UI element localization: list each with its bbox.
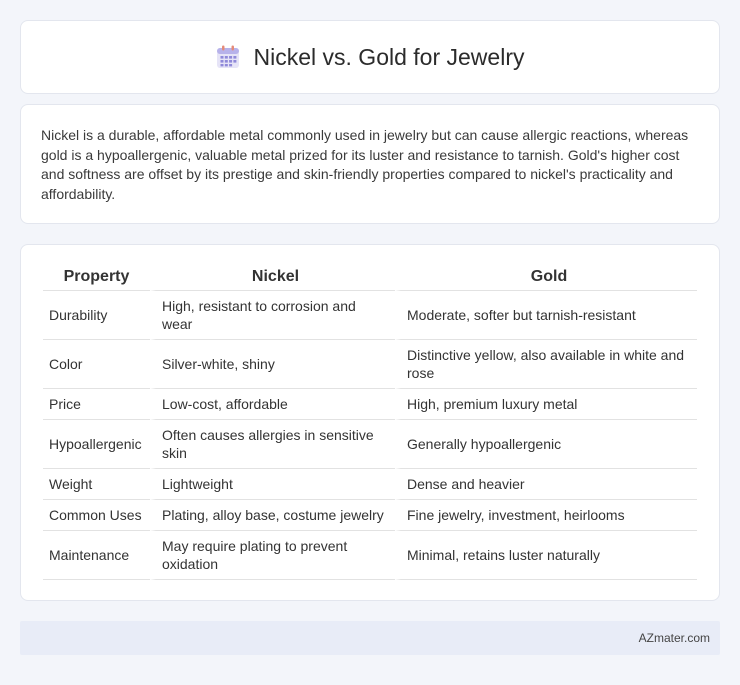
table-row: Hypoallergenic Often causes allergies in… — [43, 420, 697, 469]
row-nickel: High, resistant to corrosion and wear — [150, 291, 395, 340]
row-gold: Distinctive yellow, also available in wh… — [395, 340, 697, 389]
row-property: Hypoallergenic — [43, 420, 150, 469]
row-nickel: May require plating to prevent oxidation — [150, 531, 395, 580]
row-property: Maintenance — [43, 531, 150, 580]
row-property: Common Uses — [43, 500, 150, 531]
table-row: Durability High, resistant to corrosion … — [43, 291, 697, 340]
table-row: Weight Lightweight Dense and heavier — [43, 469, 697, 500]
row-gold: Minimal, retains luster naturally — [395, 531, 697, 580]
page-title: Nickel vs. Gold for Jewelry — [253, 43, 525, 70]
row-gold: Moderate, softer but tarnish-resistant — [395, 291, 697, 340]
table-row: Common Uses Plating, alloy base, costume… — [43, 500, 697, 531]
row-gold: High, premium luxury metal — [395, 389, 697, 420]
intro-card: Nickel is a durable, affordable metal co… — [20, 104, 720, 224]
row-gold: Fine jewelry, investment, heirlooms — [395, 500, 697, 531]
row-gold: Dense and heavier — [395, 469, 697, 500]
header-gold: Gold — [395, 263, 697, 291]
row-nickel: Silver-white, shiny — [150, 340, 395, 389]
title-card: Nickel vs. Gold for Jewelry — [20, 20, 720, 94]
row-nickel: Often causes allergies in sensitive skin — [150, 420, 395, 469]
row-property: Weight — [43, 469, 150, 500]
table-header-row: Property Nickel Gold — [43, 263, 697, 291]
row-property: Durability — [43, 291, 150, 340]
comparison-table: Property Nickel Gold Durability High, re… — [43, 263, 697, 580]
table-row: Maintenance May require plating to preve… — [43, 531, 697, 580]
table-row: Price Low-cost, affordable High, premium… — [43, 389, 697, 420]
comparison-card: Property Nickel Gold Durability High, re… — [20, 244, 720, 601]
row-property: Price — [43, 389, 150, 420]
row-gold: Generally hypoallergenic — [395, 420, 697, 469]
row-nickel: Low-cost, affordable — [150, 389, 395, 420]
header-property: Property — [43, 263, 150, 291]
footer-site-link[interactable]: AZmater.com — [639, 631, 710, 645]
row-nickel: Plating, alloy base, costume jewelry — [150, 500, 395, 531]
row-nickel: Lightweight — [150, 469, 395, 500]
row-property: Color — [43, 340, 150, 389]
calendar-icon — [216, 45, 240, 69]
header-nickel: Nickel — [150, 263, 395, 291]
footer: AZmater.com — [20, 621, 720, 655]
intro-text: Nickel is a durable, affordable metal co… — [41, 127, 689, 202]
table-row: Color Silver-white, shiny Distinctive ye… — [43, 340, 697, 389]
